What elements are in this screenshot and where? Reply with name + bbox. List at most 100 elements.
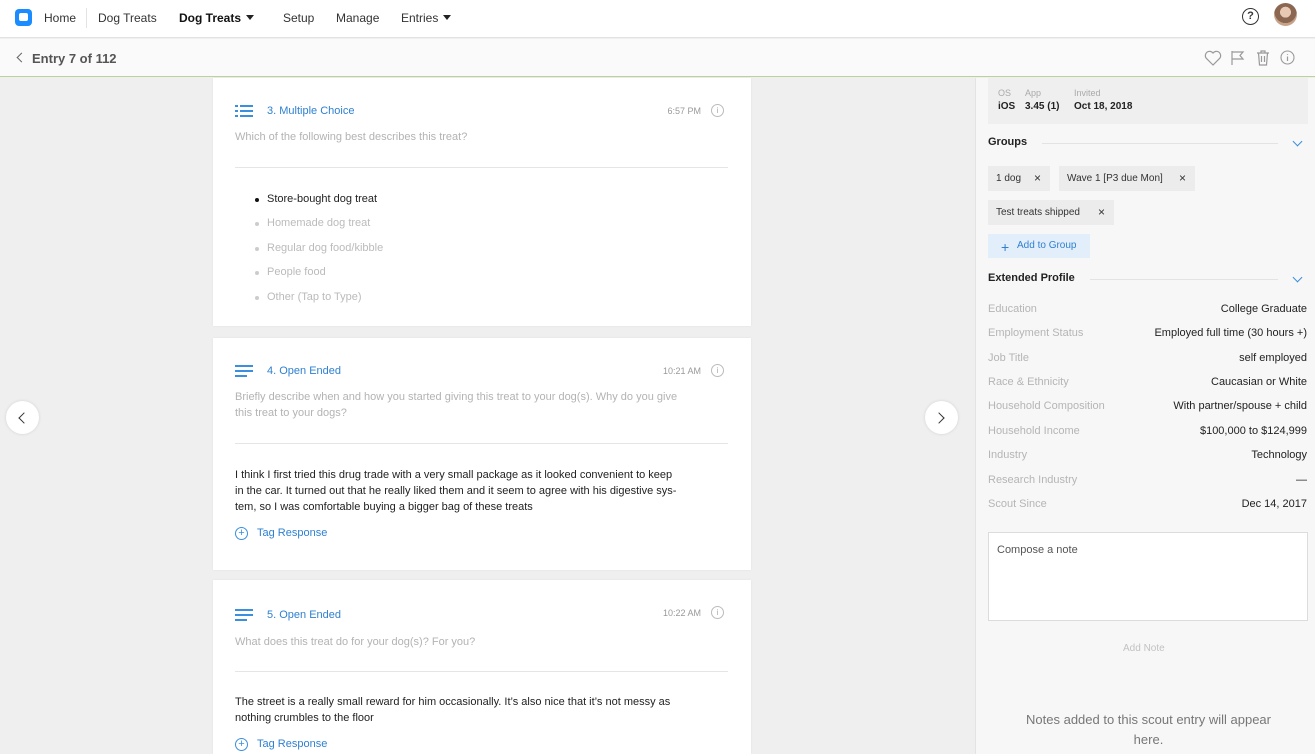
app-label: App [1025,88,1042,98]
question-card: 5. Open Ended 10:22 AM i What does this … [213,580,751,754]
nav-dog-treats-menu[interactable]: Dog Treats [179,11,255,25]
add-note-button[interactable]: Add Note [1123,643,1165,654]
nav-entries[interactable]: Entries [401,11,452,25]
invited-value: Oct 18, 2018 [1074,101,1133,112]
group-chip: 1 dog × [988,166,1050,191]
scout-profile-panel: OS iOS App 3.45 (1) Invited Oct 18, 2018… [975,78,1315,754]
chevron-left-icon [18,412,30,424]
question-title[interactable]: 4. Open Ended [267,365,341,377]
question-prompt: Briefly describe when and how you starte… [235,391,678,403]
divider [235,167,728,168]
question-title[interactable]: 5. Open Ended [267,609,341,621]
info-icon[interactable]: i [711,364,724,377]
open-ended-icon [235,609,253,621]
info-icon[interactable]: i [711,606,724,619]
chevron-down-icon[interactable] [1292,272,1303,283]
profile-value: Caucasian or White [1211,376,1307,388]
option: People food [255,266,326,278]
profile-label: Employment Status [988,327,1084,339]
add-to-group-label: Add to Group [1017,240,1077,251]
profile-value: Technology [1251,449,1307,461]
open-ended-icon [235,365,253,377]
question-card: 3. Multiple Choice 6:57 PM i Which of th… [213,78,751,326]
question-card: 4. Open Ended 10:21 AM i Briefly describ… [213,338,751,570]
response-text: in the car. It turned out that he really… [235,485,677,497]
divider [1042,143,1278,144]
profile-value: With partner/spouse + child [1173,400,1307,412]
question-prompt: Which of the following best describes th… [235,131,468,143]
plus-icon[interactable]: + [235,527,248,540]
next-entry-button[interactable] [925,401,958,434]
response-text: I think I first tried this drug trade wi… [235,469,673,481]
avatar[interactable] [1274,3,1297,26]
info-icon[interactable]: i [711,104,724,117]
divider [235,443,728,444]
device-info: OS iOS App 3.45 (1) Invited Oct 18, 2018 [988,78,1308,124]
nav-dog-treats-menu-label: Dog Treats [179,11,242,25]
back-chevron-icon[interactable] [16,52,27,63]
extended-profile-title: Extended Profile [988,272,1075,284]
chevron-down-icon[interactable] [1292,136,1303,147]
group-chip: Test treats shipped × [988,200,1114,225]
response-text: tem, so I was comfortable buying a bigge… [235,501,533,513]
close-icon[interactable]: × [1098,200,1105,225]
top-nav: Home Dog Treats Dog Treats Setup Manage … [0,0,1315,38]
group-chip: Wave 1 [P3 due Mon] × [1059,166,1195,191]
heart-icon[interactable] [1204,50,1222,66]
profile-label: Industry [988,449,1028,461]
nav-dog-treats[interactable]: Dog Treats [98,11,157,25]
info-icon[interactable] [1280,50,1295,65]
profile-value: Dec 14, 2017 [1241,498,1307,510]
trash-icon[interactable] [1256,50,1270,66]
list-icon [235,105,253,117]
question-prompt: this treat to your dogs? [235,407,347,419]
option: Other (Tap to Type) [255,291,362,303]
entry-responses: 3. Multiple Choice 6:57 PM i Which of th… [0,78,975,754]
chevron-right-icon [933,412,945,424]
notes-empty-message: Notes added to this scout entry will app… [1026,712,1271,727]
profile-label: Research Industry [988,474,1078,486]
tag-response-button[interactable]: Tag Response [257,527,327,539]
previous-entry-button[interactable] [6,401,39,434]
chevron-down-icon [246,15,255,20]
profile-label: Household Composition [988,400,1105,412]
nav-manage[interactable]: Manage [336,11,379,25]
group-chip-label: Wave 1 [P3 due Mon] [1067,173,1163,184]
divider [1090,279,1278,280]
close-icon[interactable]: × [1179,166,1186,191]
nav-home[interactable]: Home [44,11,76,25]
option: Homemade dog treat [254,217,371,229]
add-to-group-button[interactable]: + Add to Group [988,234,1090,258]
question-title[interactable]: 3. Multiple Choice [267,105,354,117]
question-prompt: What does this treat do for your dog(s)?… [235,636,476,648]
entry-header: Entry 7 of 112 [0,39,1315,77]
profile-value: — [1296,474,1307,486]
profile-label: Education [988,303,1037,315]
groups-title: Groups [988,136,1028,148]
plus-icon[interactable]: + [235,738,248,751]
flag-icon[interactable] [1230,50,1246,66]
profile-value: self employed [1239,352,1307,364]
profile-label: Household Income [988,425,1080,437]
response-time: 10:21 AM [662,366,701,376]
entry-title: Entry 7 of 112 [32,51,117,66]
close-icon[interactable]: × [1034,166,1041,191]
tag-response-button[interactable]: Tag Response [257,738,327,750]
response-time: 6:57 PM [667,106,701,116]
profile-label: Scout Since [988,498,1047,510]
app-logo-icon[interactable] [15,9,32,26]
group-chip-label: 1 dog [996,173,1022,184]
response-text: nothing crumbles to the floor [235,712,374,724]
help-icon[interactable]: ? [1242,8,1259,25]
group-chip-label: Test treats shipped [996,207,1080,218]
nav-setup[interactable]: Setup [283,11,314,25]
chevron-down-icon [443,15,452,20]
compose-note-field[interactable] [988,532,1308,621]
profile-value: $100,000 to $124,999 [1199,425,1307,437]
profile-value: College Graduate [1220,303,1307,315]
os-value: iOS [998,101,1016,112]
profile-value: Employed full time (30 hours +) [1154,327,1307,339]
plus-icon: + [1001,239,1010,255]
profile-label: Job Title [988,352,1029,364]
response-text: The street is a really small reward for … [235,696,671,708]
